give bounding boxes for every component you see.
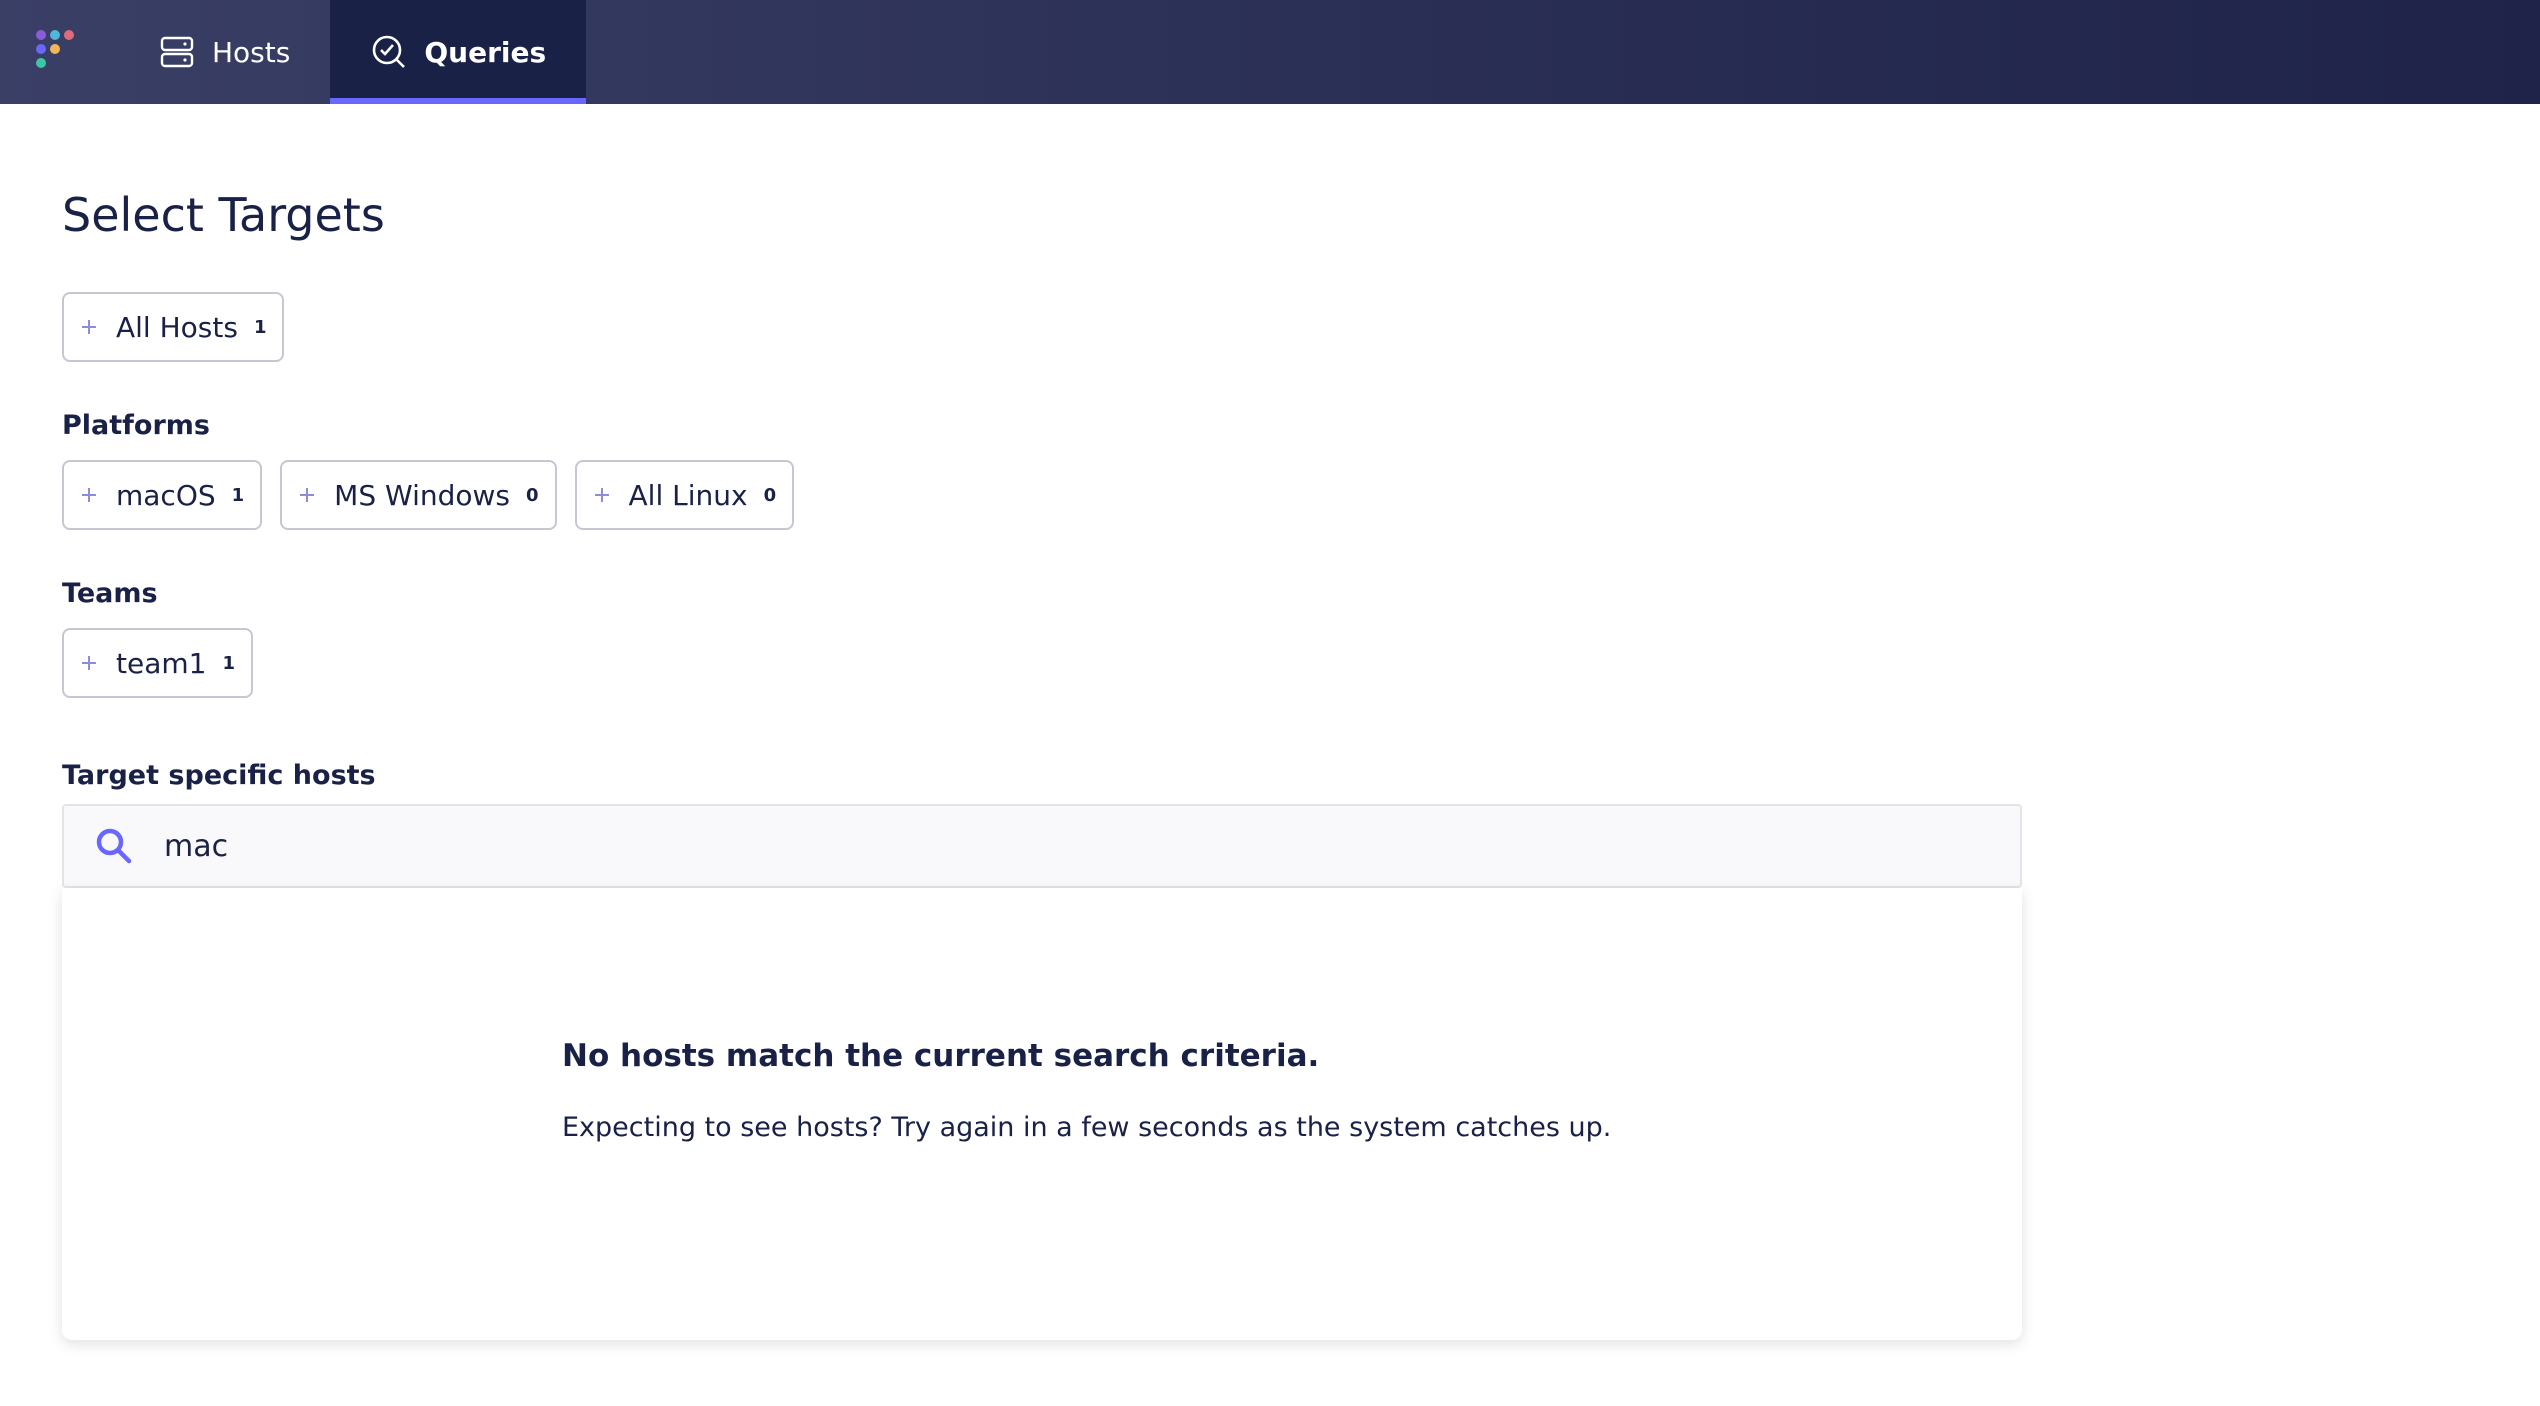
nav-item-queries-label: Queries (424, 35, 547, 69)
host-search-input[interactable] (164, 828, 1964, 864)
target-chip-all-linux[interactable]: All Linux 0 (574, 460, 795, 530)
empty-state-text: Expecting to see hosts? Try again in a f… (562, 1112, 1612, 1143)
chip-label: team1 (116, 646, 207, 680)
platforms-row: macOS 1 MS Windows 0 All Linux 0 (62, 460, 795, 530)
search-icon (96, 828, 132, 864)
chip-count: 1 (222, 652, 235, 674)
target-chip-all-hosts[interactable]: All Hosts 1 (62, 292, 285, 362)
all-hosts-row: All Hosts 1 (62, 292, 285, 362)
chip-count: 0 (526, 484, 539, 506)
plus-icon (80, 318, 98, 336)
platforms-label: Platforms (62, 410, 210, 441)
host-search-box (62, 804, 2022, 888)
plus-icon (298, 486, 316, 504)
fleet-logo-icon[interactable] (0, 0, 118, 104)
chip-label: MS Windows (334, 478, 510, 512)
plus-icon (593, 486, 611, 504)
nav-item-queries[interactable]: Queries (330, 0, 587, 104)
chip-label: macOS (116, 478, 216, 512)
chip-label: All Linux (628, 478, 748, 512)
queries-icon (373, 35, 406, 68)
chip-count: 1 (253, 316, 267, 338)
teams-label: Teams (62, 578, 158, 609)
target-chip-macos[interactable]: macOS 1 (62, 460, 263, 530)
nav-item-hosts[interactable]: Hosts (118, 0, 330, 104)
teams-row: team1 1 (62, 628, 253, 698)
empty-state-title: No hosts match the current search criter… (562, 1038, 1320, 1074)
target-chip-ms-windows[interactable]: MS Windows 0 (280, 460, 557, 530)
page-title: Select Targets (62, 188, 385, 242)
nav-item-hosts-label: Hosts (212, 35, 291, 69)
plus-icon (80, 486, 98, 504)
hosts-icon (160, 36, 194, 68)
chip-label: All Hosts (116, 310, 238, 344)
plus-icon (80, 654, 98, 672)
target-chip-team1[interactable]: team1 1 (62, 628, 253, 698)
host-search-results: No hosts match the current search criter… (62, 888, 2022, 1340)
target-specific-hosts-label: Target specific hosts (62, 760, 376, 791)
top-nav: Hosts Queries (0, 0, 2540, 104)
chip-count: 0 (763, 484, 777, 506)
chip-count: 1 (231, 484, 245, 506)
